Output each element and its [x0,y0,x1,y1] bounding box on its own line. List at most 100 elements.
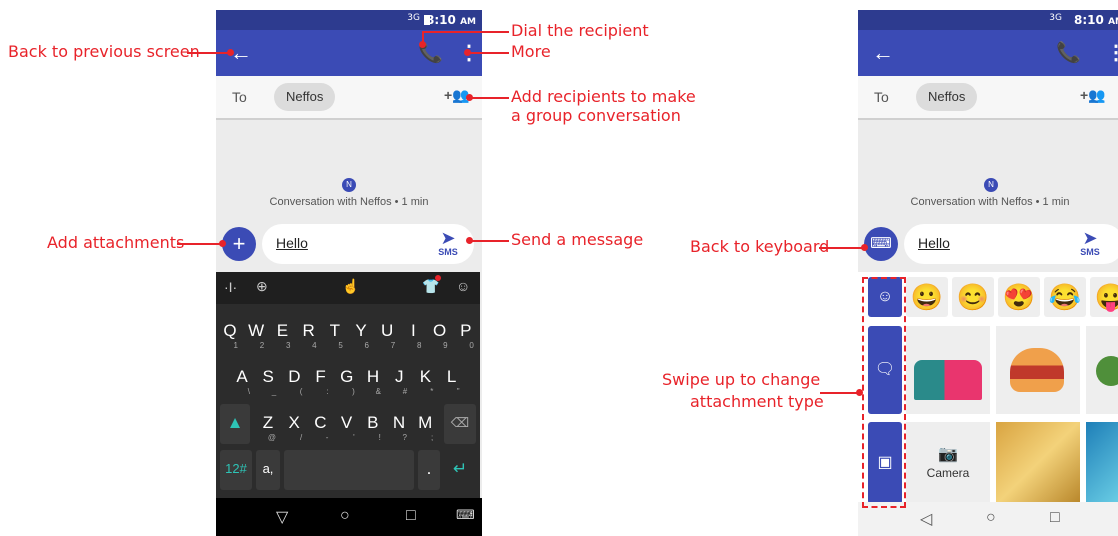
key-k[interactable]: K * [413,358,437,398]
keyboard-toggle-button[interactable]: ⌨ [864,227,898,261]
send-button[interactable]: ➤ SMS [432,228,464,257]
key-e[interactable]: E3 [270,312,294,352]
key-g[interactable]: G) [335,358,359,398]
key-secondary: @ [267,433,276,442]
callout-more-line [466,52,509,54]
sticker-toaster[interactable] [906,326,990,414]
key-r[interactable]: R4 [297,312,321,352]
shift-key[interactable]: ▲ [220,404,250,444]
key-b[interactable]: B! [361,404,385,444]
nav-recents-icon[interactable]: □ [1050,509,1060,527]
gesture-icon[interactable]: ☝ [342,278,359,295]
key-z[interactable]: Z @ [256,404,280,444]
symbols-key[interactable]: 12# [220,450,252,490]
key-label: J [394,367,404,386]
emoji-icon[interactable]: ☺ [456,278,470,294]
nav-home-icon[interactable]: ○ [340,507,350,525]
callout-more: More [511,42,551,61]
attachment-type-highlight [862,277,906,508]
battery-icon [424,15,430,25]
key-f[interactable]: F: [309,358,333,398]
key-v[interactable]: V ' [335,404,359,444]
key-p[interactable]: P0 [454,312,478,352]
nav-back-icon[interactable]: ◁ [920,509,932,529]
key-secondary: ! [378,433,381,442]
key-label: Z [262,413,274,432]
status-bar-right: 8:10 AM 3G [858,10,1118,30]
cursor-icon[interactable]: ·I· [224,279,237,295]
message-input[interactable]: Hello [918,235,950,251]
key-c[interactable]: C- [308,404,332,444]
key-o[interactable]: O9 [428,312,452,352]
key-label: T [329,321,340,340]
key-t[interactable]: T5 [323,312,347,352]
key-i[interactable]: I8 [401,312,425,352]
phone-call-icon[interactable]: 📞 [1056,40,1081,65]
key-secondary: - [325,433,329,442]
nav-recents-icon[interactable]: □ [406,507,416,525]
key-d[interactable]: D( [282,358,306,398]
callout-send-line [469,240,509,242]
key-w[interactable]: W2 [244,312,268,352]
more-options-icon[interactable]: ⋮ [1106,40,1118,65]
backspace-key[interactable]: ⌫ [444,404,476,444]
add-attachment-button[interactable]: + [222,227,256,261]
message-composer[interactable]: Hello ➤ SMS [904,224,1118,264]
key-q[interactable]: Q1 [218,312,242,352]
recipient-bar-right: To Neffos +👥 [858,76,1118,120]
enter-key[interactable]: ↵ [444,450,476,490]
camera-tile[interactable]: 📷 Camera [906,422,990,504]
space-key[interactable] [284,450,414,490]
key-secondary: 0 [469,341,474,350]
key-secondary: 3 [285,341,291,350]
gallery-photo-2[interactable] [1086,422,1118,504]
key-label: K [419,367,432,386]
keyboard-switch-icon[interactable]: ⌨ [456,507,475,523]
message-composer[interactable]: Hello ➤ SMS [262,224,474,264]
key-x[interactable]: X / [282,404,306,444]
key-h[interactable]: H & [361,358,385,398]
nav-back-icon[interactable]: ▽ [276,507,288,527]
recipient-chip[interactable]: Neffos [274,83,336,111]
key-s[interactable]: S _ [256,358,280,398]
key-label: N [392,413,406,432]
key-secondary: 8 [416,341,422,350]
key-label: B [367,413,379,432]
key-secondary: * [430,387,434,396]
key-n[interactable]: N? [387,404,411,444]
period-key[interactable]: . [418,450,440,490]
recipient-chip[interactable]: Neffos [916,83,978,111]
key-m[interactable]: M; [413,404,437,444]
key-l[interactable]: L " [440,358,464,398]
nav-home-icon[interactable]: ○ [986,509,996,527]
send-button[interactable]: ➤ SMS [1074,228,1106,257]
add-recipient-icon[interactable]: +👥 [1080,87,1106,104]
callout-send-dot [466,237,473,244]
comma-key[interactable]: a, [256,450,280,490]
key-u[interactable]: U7 [375,312,399,352]
emoji-tongue[interactable]: 😛 [1090,277,1118,317]
message-input[interactable]: Hello [276,235,308,251]
recipient-avatar: N [342,178,356,192]
sticker-burger[interactable] [996,326,1080,414]
recipient-bar: To Neffos +👥 [216,76,482,120]
app-bar-right: ← 📞 ⋮ [858,30,1118,76]
key-secondary: " [456,387,460,396]
key-secondary: # [402,387,408,396]
key-a[interactable]: A \ [230,358,254,398]
back-arrow-icon[interactable]: ← [872,40,894,66]
sticker-partial[interactable] [1086,326,1118,414]
key-label: V [340,413,353,432]
tree-image [1096,356,1118,386]
key-j[interactable]: J # [387,358,411,398]
emoji-laughing[interactable]: 😂 [1044,277,1086,317]
gallery-photo-1[interactable] [996,422,1080,504]
emoji-heart-eyes[interactable]: 😍 [998,277,1040,317]
callout-attachments-dot [219,240,226,247]
key-y[interactable]: Y6 [349,312,373,352]
key-label: U [381,321,394,340]
key-secondary: 2 [259,341,265,350]
emoji-smile[interactable]: 😊 [952,277,994,317]
emoji-grin[interactable]: 😀 [906,277,948,317]
globe-icon[interactable]: ⊕ [256,278,268,295]
